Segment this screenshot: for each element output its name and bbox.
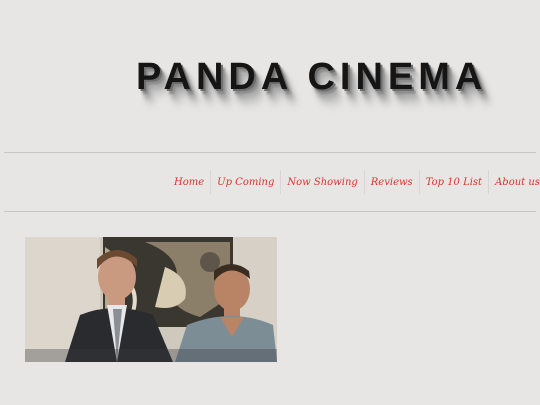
- site-title: PANDA CINEMA: [136, 56, 488, 98]
- header-divider-top: [4, 152, 536, 153]
- nav-item-about-us[interactable]: About us: [489, 170, 540, 194]
- main-nav: Home Up Coming Now Showing Reviews Top 1…: [168, 170, 540, 194]
- nav-item-now-showing[interactable]: Now Showing: [281, 170, 365, 194]
- nav-item-home[interactable]: Home: [168, 170, 212, 194]
- nav-item-top-10-list[interactable]: Top 10 List: [420, 170, 490, 194]
- header-divider-bottom: [4, 211, 536, 212]
- page: PANDA CINEMA Home Up Coming Now Showing …: [0, 0, 540, 405]
- nav-item-reviews[interactable]: Reviews: [365, 170, 420, 194]
- movie-still-image: [25, 237, 277, 362]
- nav-item-up-coming[interactable]: Up Coming: [211, 170, 282, 194]
- movie-still-illustration: [25, 237, 277, 362]
